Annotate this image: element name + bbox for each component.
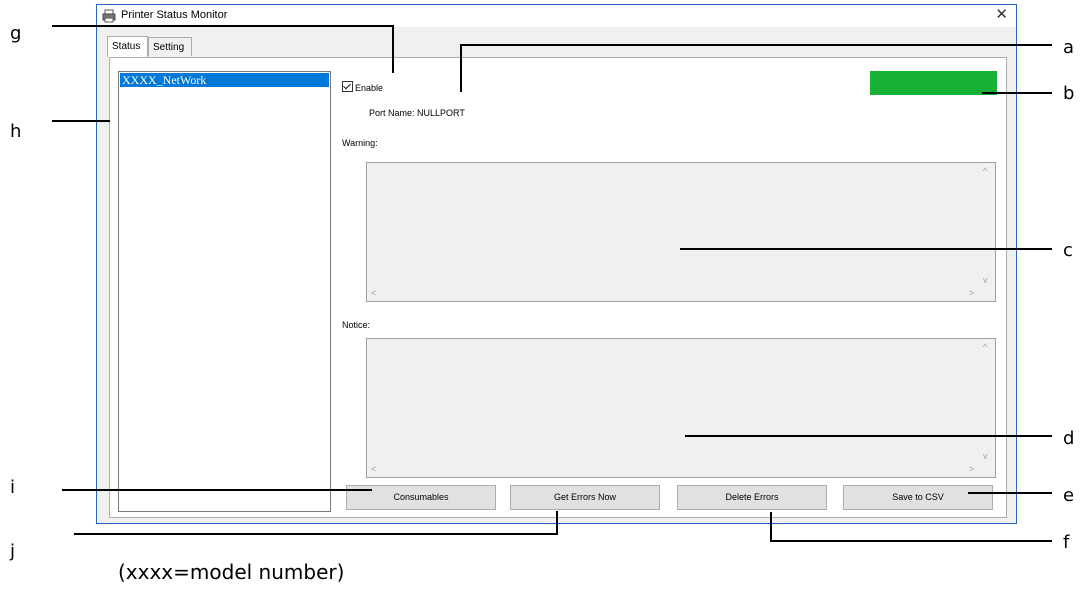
callout-j: j (10, 541, 16, 562)
callout-f: f (1063, 532, 1070, 553)
callout-h: h (10, 121, 22, 142)
callout-d: d (1063, 428, 1075, 449)
leader-line-f (770, 512, 1052, 542)
leader-line-a (460, 44, 1052, 92)
leader-line-g (52, 25, 394, 73)
callout-e: e (1063, 485, 1075, 506)
callout-g: g (10, 23, 22, 44)
callout-lines (52, 25, 1052, 542)
callout-a: a (1063, 37, 1075, 58)
model-number-footnote: (xxxx=model number) (118, 560, 345, 584)
leader-line-j (74, 511, 558, 535)
callout-i: i (10, 477, 16, 498)
callout-c: c (1063, 240, 1073, 261)
callout-b: b (1063, 83, 1075, 104)
